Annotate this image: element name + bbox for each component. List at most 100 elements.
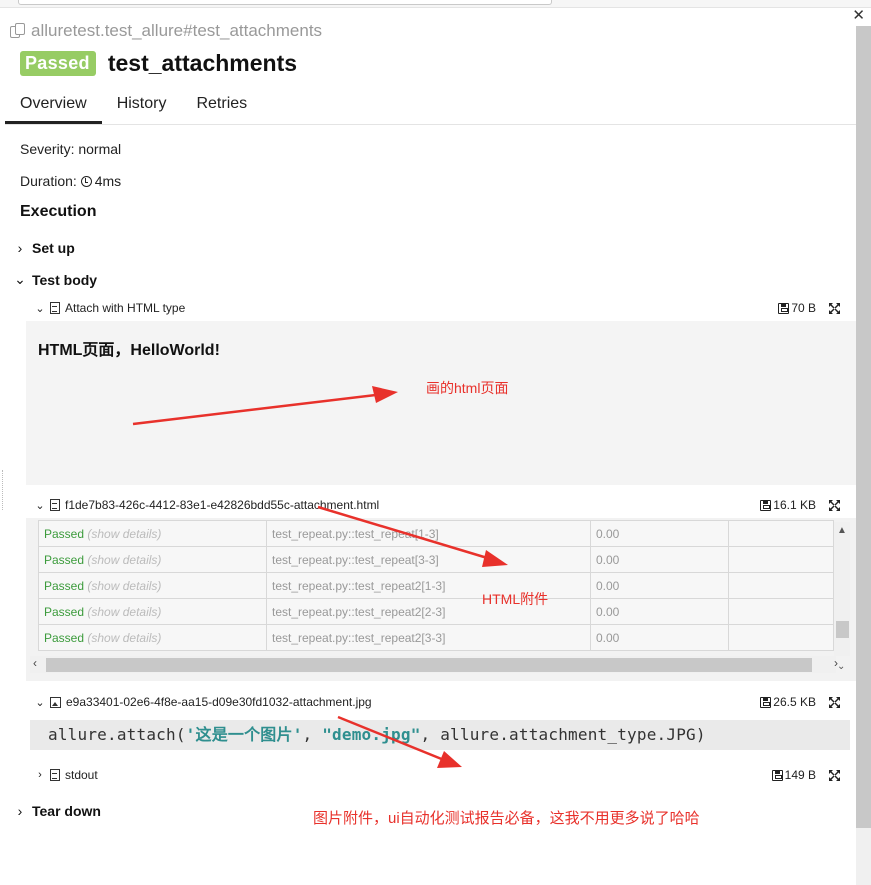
close-icon[interactable]: ✕ [852, 8, 865, 24]
chevron-right-icon: › [38, 769, 42, 781]
preview-horizontal-scrollbar[interactable]: ‹ › [30, 656, 838, 673]
scroll-left-icon[interactable]: ‹ [33, 656, 37, 670]
row-extra [728, 546, 834, 573]
row-test-name: test_repeat.py::test_repeat[3-3] [266, 546, 591, 573]
row-extra [728, 572, 834, 599]
stage-tear-down[interactable]: › Tear down [14, 803, 101, 819]
row-time: 0.00 [590, 572, 729, 599]
table-row: Passed (show details) test_repeat.py::te… [38, 546, 834, 573]
code-line: allure.attach('这是一个图片', "demo.jpg", allu… [30, 720, 850, 750]
expand-icon[interactable] [828, 769, 841, 782]
row-time: 0.00 [590, 598, 729, 625]
clock-icon [80, 176, 92, 187]
chevron-down-icon: ⌄ [35, 302, 45, 315]
show-details-link[interactable]: (show details) [87, 605, 161, 619]
tab-bar: Overview History Retries [5, 88, 856, 125]
status-badge: Passed [20, 51, 96, 76]
test-header: Passed test_attachments [20, 50, 297, 77]
row-status: Passed [44, 578, 85, 593]
stage-set-up[interactable]: › Set up [14, 240, 75, 256]
attachment-toggle[interactable]: › stdout [35, 768, 98, 782]
attachment-toggle[interactable]: ⌄ Attach with HTML type [35, 301, 185, 315]
row-time: 0.00 [590, 624, 729, 651]
scroll-up-icon[interactable]: ▲ [837, 525, 847, 536]
stage-label: Tear down [32, 803, 101, 819]
chevron-right-icon: › [17, 803, 23, 819]
attachment-name: Attach with HTML type [65, 301, 186, 315]
expand-icon[interactable] [828, 696, 841, 709]
duration-label: Duration: [20, 173, 77, 189]
scroll-down-icon[interactable]: ⌄ [837, 661, 845, 672]
stage-label: Set up [32, 240, 75, 256]
show-details-link[interactable]: (show details) [87, 527, 161, 541]
table-row: Passed (show details) test_repeat.py::te… [38, 520, 834, 547]
code-prefix: allure.attach( [48, 725, 186, 744]
attachment-size-text: 16.1 KB [773, 498, 816, 512]
tab-overview[interactable]: Overview [5, 88, 102, 124]
annotation-html-attachment: HTML附件 [482, 591, 549, 607]
stage-label: Test body [32, 271, 98, 288]
expand-icon[interactable] [828, 302, 841, 315]
address-field[interactable] [18, 0, 552, 5]
html-attachment-preview: HTML页面，HelloWorld! [26, 321, 856, 485]
attachment-size-text: 149 B [784, 768, 816, 782]
tab-retries[interactable]: Retries [181, 88, 262, 124]
attachment-name: f1de7b83-426c-4412-83e1-e42826bdd55c-att… [65, 498, 380, 512]
copy-icon[interactable] [10, 23, 26, 39]
row-extra [728, 598, 834, 625]
preview-vertical-scrollbar[interactable]: ▲ ⌄ [834, 522, 850, 672]
tab-history[interactable]: History [102, 88, 182, 124]
code-string: '这是一个图片' [185, 725, 303, 744]
execution-title: Execution [20, 203, 97, 220]
page-scrollbar-thumb[interactable] [856, 26, 871, 828]
attachment-size[interactable]: 70 B [778, 301, 816, 315]
scrollbar-thumb[interactable] [46, 658, 812, 672]
chevron-down-icon: ⌄ [35, 499, 45, 512]
attachment-size[interactable]: 16.1 KB [760, 498, 816, 512]
image-attachment-preview: allure.attach('这是一个图片', "demo.jpg", allu… [26, 714, 856, 764]
duration-value: 4ms [94, 173, 122, 189]
row-test-name: test_repeat.py::test_repeat[1-3] [266, 520, 591, 547]
test-full-name-text: alluretest.test_allure#test_attachments [31, 21, 323, 40]
resize-handle[interactable] [2, 470, 5, 510]
attachment-toggle[interactable]: ⌄ e9a33401-02e6-4f8e-aa15-d09e30fd1032-a… [35, 695, 371, 709]
show-details-link[interactable]: (show details) [87, 579, 161, 593]
row-extra [728, 624, 834, 651]
show-details-link[interactable]: (show details) [87, 553, 161, 567]
row-status: Passed [44, 552, 85, 567]
attachment-row: ⌄ Attach with HTML type 70 B [26, 295, 856, 321]
row-status: Passed [44, 630, 85, 645]
table-attachment-preview: Passed (show details) test_repeat.py::te… [26, 518, 856, 681]
code-suffix: , allure.attachment_type.JPG) [420, 725, 706, 744]
code-string: "demo.jpg" [322, 725, 421, 744]
severity-value: normal [78, 141, 122, 157]
table-row: Passed (show details) test_repeat.py::te… [38, 572, 834, 599]
attachment-size[interactable]: 149 B [771, 768, 816, 782]
scroll-right-icon[interactable]: › [834, 656, 838, 670]
chevron-right-icon: › [17, 240, 23, 256]
expand-icon[interactable] [828, 499, 841, 512]
save-icon [760, 696, 772, 708]
row-time: 0.00 [590, 520, 729, 547]
stage-test-body[interactable]: ⌄ Test body [14, 271, 97, 288]
severity-label: Severity: [20, 141, 75, 157]
attachment-row: › stdout 149 B [26, 762, 856, 788]
image-file-icon [50, 696, 61, 708]
chevron-down-icon: ⌄ [35, 696, 45, 709]
annotation-image-attachment: 图片附件，ui自动化测试报告必备，这我不用更多说了哈哈 [313, 810, 700, 827]
show-details-link[interactable]: (show details) [87, 631, 161, 645]
duration-line: Duration: 4ms [20, 173, 121, 189]
scrollbar-thumb[interactable] [836, 621, 849, 638]
html-file-icon [50, 302, 60, 314]
text-file-icon [50, 769, 60, 781]
table-row: Passed (show details) test_repeat.py::te… [38, 598, 834, 625]
attachment-size[interactable]: 26.5 KB [760, 695, 816, 709]
attachment-size-text: 26.5 KB [773, 695, 816, 709]
attachment-size-text: 70 B [791, 301, 816, 315]
attachment-row: ⌄ f1de7b83-426c-4412-83e1-e42826bdd55c-a… [26, 492, 856, 518]
html-file-icon [50, 499, 60, 511]
row-test-name: test_repeat.py::test_repeat2[3-3] [266, 624, 591, 651]
attachment-toggle[interactable]: ⌄ f1de7b83-426c-4412-83e1-e42826bdd55c-a… [35, 498, 379, 512]
test-full-name: alluretest.test_allure#test_attachments [10, 20, 322, 42]
row-time: 0.00 [590, 546, 729, 573]
